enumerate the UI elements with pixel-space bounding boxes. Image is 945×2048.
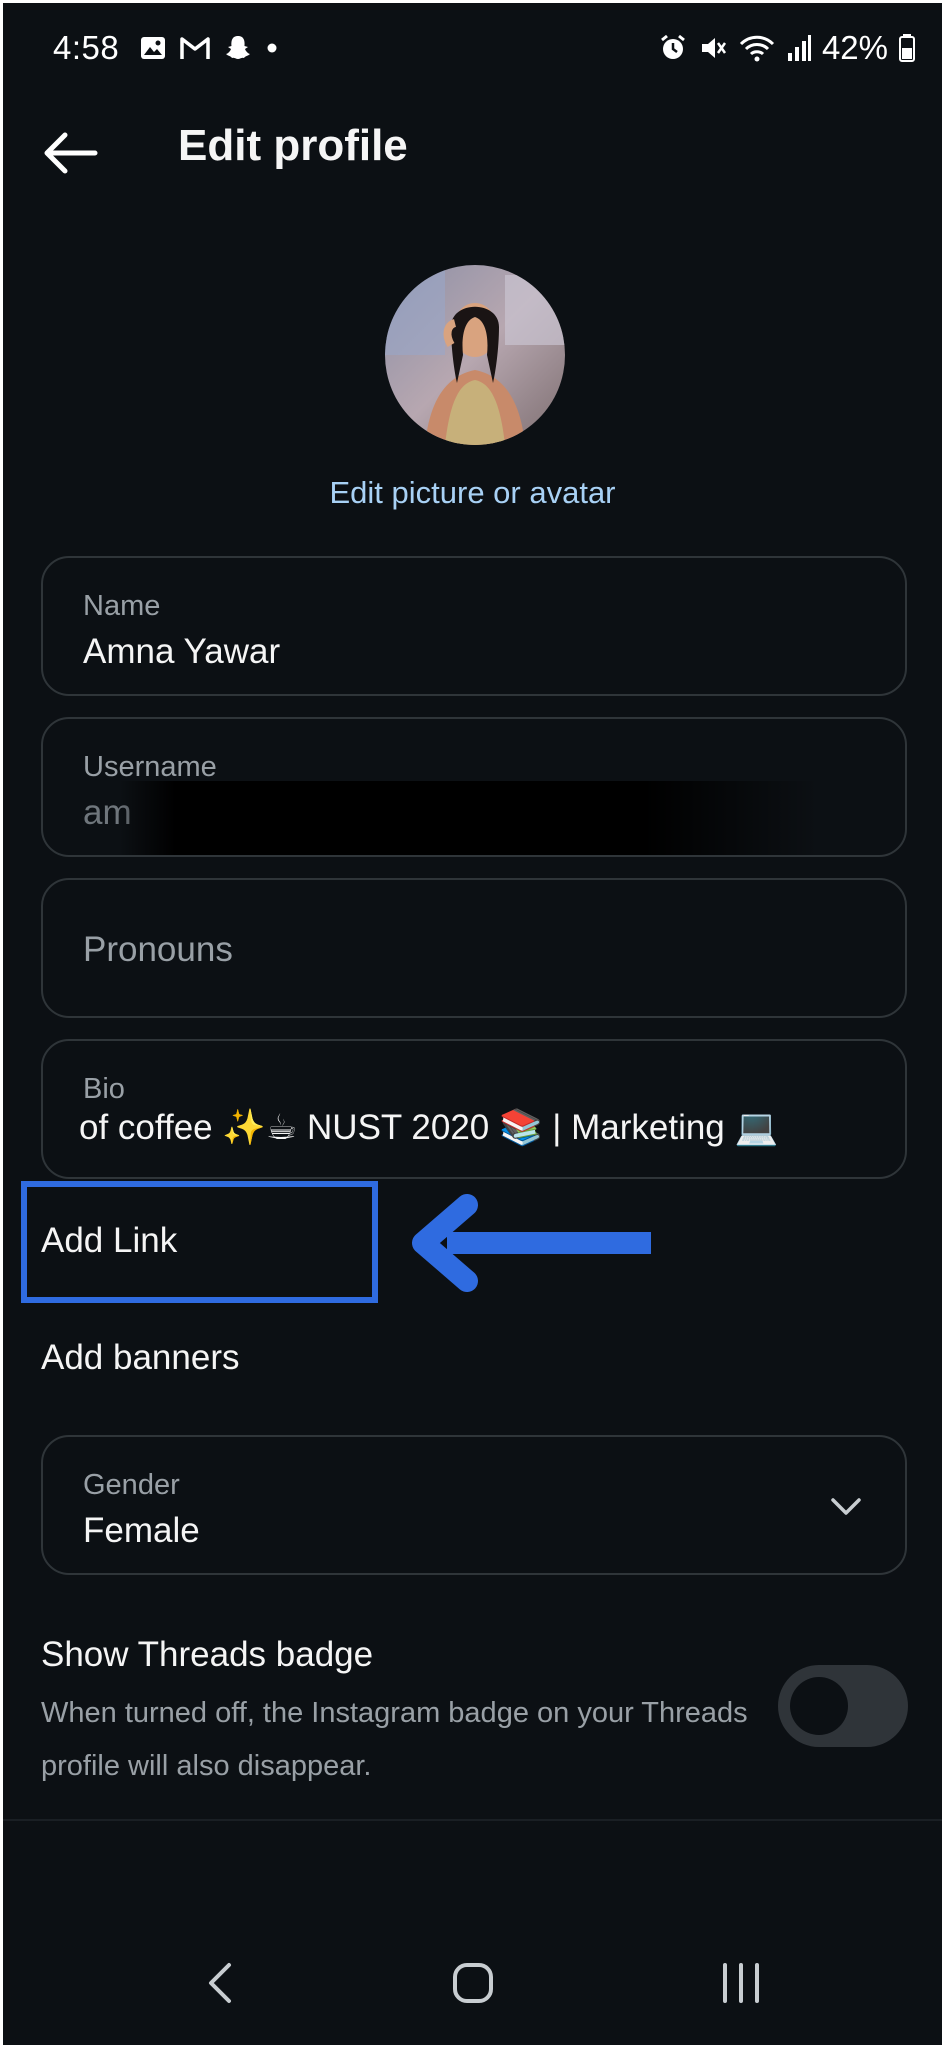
battery-percentage: 42% [821,29,888,66]
gender-dropdown[interactable]: Gender Female [41,1435,907,1575]
username-field[interactable]: Username am [41,717,907,857]
pronouns-field[interactable]: Pronouns [41,878,907,1018]
status-left-icons [139,33,279,63]
name-value[interactable]: Amna Yawar [83,632,280,672]
threads-badge-title: Show Threads badge [41,1635,374,1674]
bio-value[interactable]: of coffee ✨☕ NUST 2020 📚 | Marketing 💻 [79,1107,909,1148]
profile-avatar[interactable] [385,265,565,445]
nav-home-icon[interactable] [443,1953,503,2013]
add-banners-button[interactable]: Add banners [41,1338,239,1378]
username-label: Username [83,751,217,783]
mute-icon [701,38,726,58]
chevron-down-icon [831,1498,861,1515]
toggle-knob [790,1677,848,1735]
page-title: Edit profile [178,121,408,170]
gmail-icon [180,37,210,59]
wifi-icon [739,35,774,62]
status-bar: 4:58 42% [3,3,942,99]
bottom-divider [3,1819,942,1821]
system-nav-bar [3,1933,942,2043]
name-label: Name [83,590,161,622]
threads-badge-description: When turned off, the Instagram badge on … [41,1697,748,1782]
nav-back-icon[interactable] [191,1953,251,2013]
gender-label: Gender [83,1469,180,1501]
threads-badge-toggle[interactable] [778,1665,908,1747]
battery-icon [899,34,915,62]
snapchat-icon [226,36,250,59]
back-arrow-icon[interactable] [39,121,103,185]
name-field[interactable]: Name Amna Yawar [41,556,907,696]
alarm-icon [661,34,685,59]
pointer-arrow-icon [412,1194,651,1292]
status-time: 4:58 [53,29,120,66]
bio-field[interactable]: Bio of coffee ✨☕ NUST 2020 📚 | Marketing… [41,1039,907,1179]
username-redaction [119,781,819,855]
gender-value: Female [83,1511,200,1550]
status-right-icons: 42% [658,29,916,67]
gallery-icon [141,37,165,59]
add-link-button[interactable]: Add Link [41,1221,177,1261]
nav-recents-icon[interactable] [711,1953,771,2013]
signal-icon [787,35,811,61]
edit-profile-screen: 4:58 42% Edit profile Edit picture or av… [3,3,942,2045]
edit-picture-link[interactable]: Edit picture or avatar [3,475,942,511]
avatar-image [385,265,565,445]
bio-label: Bio [83,1073,125,1105]
dot-icon [267,43,277,53]
pronouns-placeholder: Pronouns [83,930,233,969]
